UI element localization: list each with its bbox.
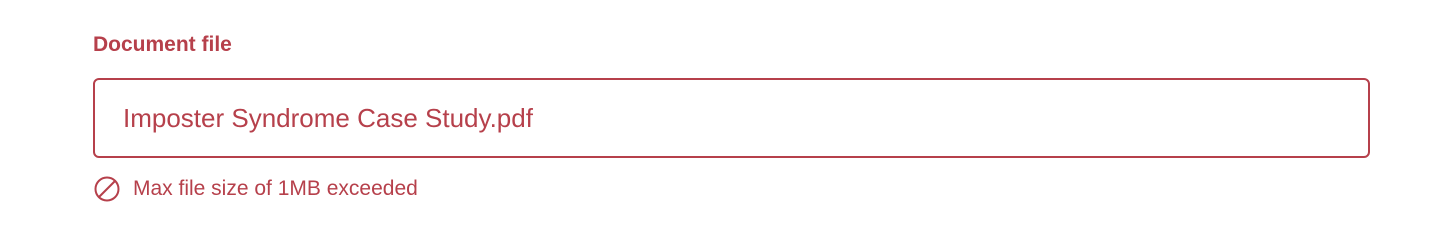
- error-message-row: Max file size of 1MB exceeded: [93, 174, 418, 204]
- document-file-input[interactable]: Imposter Syndrome Case Study.pdf: [93, 78, 1370, 158]
- document-file-label: Document file: [93, 33, 232, 56]
- error-message: Max file size of 1MB exceeded: [133, 177, 418, 200]
- prohibited-icon: [93, 175, 121, 203]
- document-file-field: Document file Imposter Syndrome Case Stu…: [93, 30, 1370, 202]
- document-file-value: Imposter Syndrome Case Study.pdf: [123, 103, 533, 133]
